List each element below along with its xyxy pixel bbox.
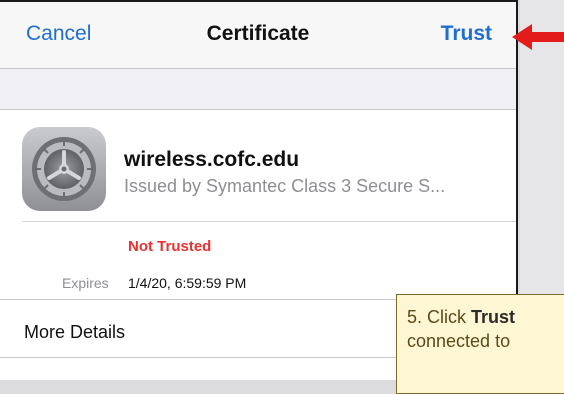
site-name: wireless.cofc.edu bbox=[124, 148, 300, 171]
callout-prefix: 5. Click bbox=[407, 307, 472, 327]
more-details-row[interactable]: More Details bbox=[24, 322, 125, 343]
page-title: Certificate bbox=[206, 22, 310, 45]
section-spacer bbox=[0, 69, 516, 109]
expires-label: Expires bbox=[62, 275, 109, 291]
status-not-trusted: Not Trusted bbox=[128, 238, 212, 255]
navigation-bar: Cancel Certificate Trust bbox=[0, 2, 516, 69]
issuer-text: Issued by Symantec Class 3 Secure S... bbox=[124, 176, 446, 196]
expires-value: 1/4/20, 6:59:59 PM bbox=[128, 275, 247, 291]
callout-emphasis: Trust bbox=[471, 307, 516, 327]
settings-gear-icon bbox=[22, 127, 106, 211]
callout-line2: connected to bbox=[407, 331, 511, 351]
red-arrow-icon bbox=[512, 24, 564, 50]
instruction-callout: 5. Click Trust connected to bbox=[396, 294, 564, 394]
trust-button[interactable]: Trust bbox=[441, 22, 492, 46]
divider bbox=[22, 221, 516, 222]
